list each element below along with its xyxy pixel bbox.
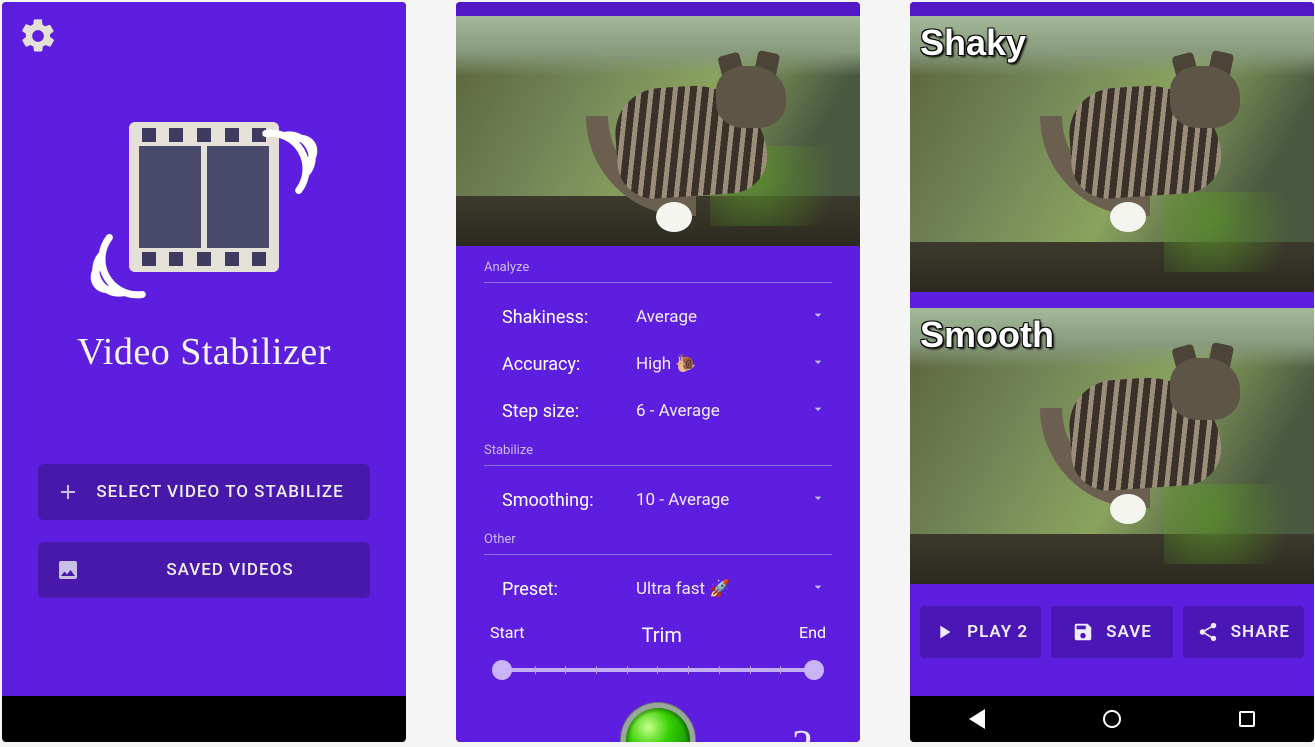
trim-start-handle[interactable] (492, 660, 512, 680)
chevron-down-icon (810, 307, 826, 327)
chevron-down-icon (810, 354, 826, 374)
saved-videos-label: Saved videos (108, 560, 352, 580)
saved-videos-button[interactable]: Saved videos (38, 542, 370, 598)
stepsize-label: Step size: (502, 401, 636, 422)
nav-recent-icon[interactable] (1239, 711, 1255, 727)
nav-home-icon[interactable] (1103, 710, 1121, 728)
chevron-down-icon (810, 490, 826, 510)
shakiness-dropdown[interactable]: Shakiness: Average (484, 296, 832, 338)
play-icon (933, 621, 955, 643)
smoothing-label: Smoothing: (502, 490, 636, 511)
section-analyze-label: Analyze (484, 260, 832, 275)
shaky-label: Shaky (920, 22, 1026, 64)
shakiness-label: Shakiness: (502, 307, 636, 328)
phone-screen-settings: Analyze Shakiness: Average Accuracy: Hig… (456, 2, 860, 742)
android-nav-bar (910, 696, 1314, 742)
phone-screen-result: Shaky Smooth Play 2 Save Share (910, 2, 1314, 742)
play-label: Play 2 (967, 622, 1028, 642)
preset-dropdown[interactable]: Preset: Ultra fast 🚀 (484, 568, 832, 610)
save-button[interactable]: Save (1051, 606, 1172, 658)
stepsize-dropdown[interactable]: Step size: 6 - Average (484, 390, 832, 432)
app-logo: Video Stabilizer (2, 102, 406, 374)
image-icon (56, 558, 80, 582)
accuracy-label: Accuracy: (502, 354, 636, 375)
share-label: Share (1231, 622, 1290, 642)
phone-screen-home: Video Stabilizer Select video to stabili… (2, 2, 406, 742)
shakiness-value: Average (636, 307, 810, 327)
trim-title-label: Trim (642, 623, 682, 647)
select-video-button[interactable]: Select video to stabilize (38, 464, 370, 520)
settings-screen: Analyze Shakiness: Average Accuracy: Hig… (456, 2, 860, 742)
trim-start-label: Start (490, 623, 524, 647)
trim-end-label: End (799, 623, 826, 647)
video-preview-smooth[interactable]: Smooth (910, 308, 1314, 584)
save-label: Save (1106, 622, 1152, 642)
video-preview[interactable] (456, 16, 860, 246)
trim-end-handle[interactable] (804, 660, 824, 680)
select-video-label: Select video to stabilize (88, 482, 352, 502)
stepsize-value: 6 - Average (636, 401, 810, 421)
gear-icon (18, 16, 58, 56)
trim-range-slider[interactable] (492, 658, 824, 682)
result-screen: Shaky Smooth Play 2 Save Share (910, 2, 1314, 696)
smoothing-dropdown[interactable]: Smoothing: 10 - Average (484, 479, 832, 521)
plus-icon (56, 480, 80, 504)
section-stabilize-label: Stabilize (484, 443, 832, 458)
preset-label: Preset: (502, 579, 636, 600)
start-stabilize-button[interactable] (626, 708, 690, 742)
smoothing-value: 10 - Average (636, 490, 810, 510)
chevron-down-icon (810, 401, 826, 421)
app-title: Video Stabilizer (77, 330, 331, 374)
nav-back-icon[interactable] (969, 709, 985, 729)
settings-button[interactable] (18, 16, 58, 60)
chevron-down-icon (810, 579, 826, 599)
video-preview-shaky[interactable]: Shaky (910, 16, 1314, 292)
preset-value: Ultra fast 🚀 (636, 579, 810, 599)
accuracy-dropdown[interactable]: Accuracy: High 🐌 (484, 343, 832, 385)
trim-labels: Start Trim End (490, 623, 826, 647)
play-button[interactable]: Play 2 (920, 606, 1041, 658)
share-icon (1197, 621, 1219, 643)
accuracy-value: High 🐌 (636, 354, 810, 374)
section-other-label: Other (484, 532, 832, 547)
smooth-label: Smooth (920, 314, 1054, 356)
help-button[interactable]: ? (792, 720, 812, 742)
home-screen: Video Stabilizer Select video to stabili… (2, 2, 406, 696)
save-icon (1072, 621, 1094, 643)
share-button[interactable]: Share (1183, 606, 1304, 658)
